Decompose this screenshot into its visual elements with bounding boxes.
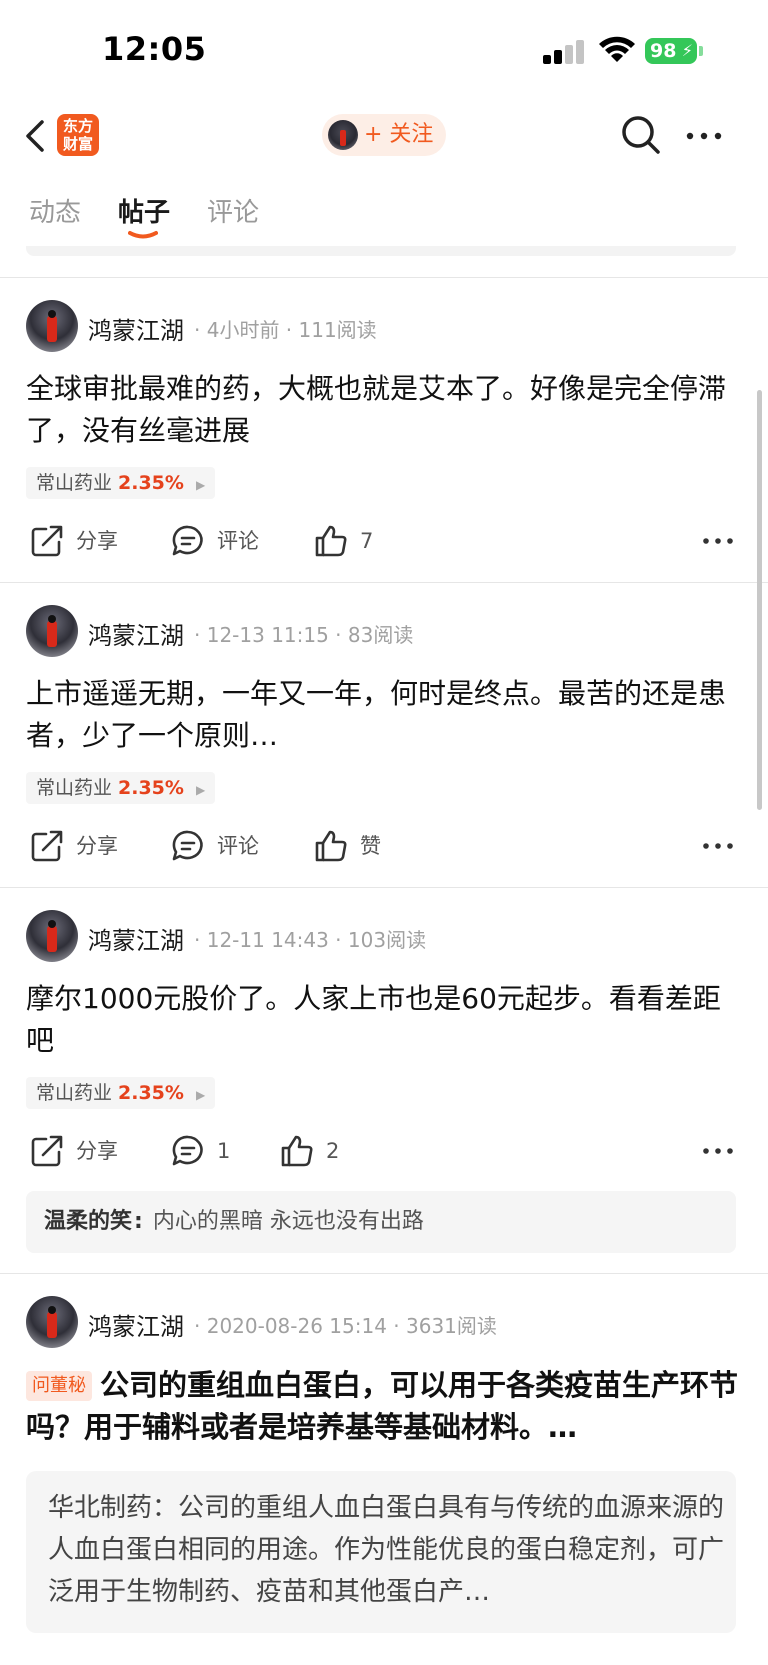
comment-icon — [172, 1135, 203, 1166]
logo-line2: 财富 — [62, 135, 93, 153]
more-icon[interactable] — [702, 1146, 734, 1156]
post-meta: · 12-13 11:15 · 83阅读 — [194, 623, 414, 647]
stock-name: 常山药业 — [36, 777, 113, 799]
status-time: 12:05 — [102, 30, 207, 68]
chevron-right-icon: ▶ — [195, 478, 206, 492]
share-label: 分享 — [76, 1139, 118, 1163]
charging-bolt-icon: ⚡ — [681, 41, 693, 60]
battery-level: 98 — [650, 40, 677, 62]
like-button[interactable]: 7 — [314, 524, 394, 558]
like-count: 2 — [326, 1139, 340, 1163]
avatar[interactable] — [26, 300, 78, 352]
cellular-signal-icon — [543, 38, 585, 64]
avatar[interactable] — [26, 605, 78, 657]
follow-label: + 关注 — [364, 122, 434, 147]
post-text[interactable]: 摩尔1000元股价了。人家上市也是60元起步。看看差距吧 — [26, 978, 736, 1062]
search-icon[interactable] — [620, 114, 662, 156]
chevron-right-icon: ▶ — [195, 1088, 206, 1102]
more-icon[interactable] — [684, 124, 724, 148]
tab-comments[interactable]: 评论 — [207, 192, 259, 229]
share-button[interactable]: 分享 — [30, 1134, 140, 1168]
share-icon — [31, 830, 63, 862]
like-icon — [315, 830, 347, 862]
share-button[interactable]: 分享 — [30, 829, 140, 863]
comment-button[interactable]: 评论 — [171, 524, 281, 558]
scrollbar[interactable] — [757, 390, 762, 810]
logo-line1: 东方 — [62, 117, 93, 135]
stock-change: 2.35% — [118, 472, 184, 494]
stock-tag[interactable]: 常山药业 2.35% ▶ — [26, 1077, 216, 1109]
reply-text: 内心的黑暗 永远也没有出路 — [152, 1209, 424, 1234]
post-text[interactable]: 上市遥遥无期，一年又一年，何时是终点。最苦的还是患者，少了一个原则… — [26, 673, 736, 757]
comment-icon — [172, 830, 203, 861]
reply-colon: : — [134, 1209, 143, 1234]
stock-name: 常山药业 — [36, 472, 113, 494]
like-icon — [315, 525, 347, 557]
qa-title[interactable]: 问董秘 公司的重组血白蛋白，可以用于各类疫苗生产环节吗？用于辅料或者是培养基等基础… — [26, 1364, 742, 1448]
tab-dynamic[interactable]: 动态 — [29, 192, 81, 229]
status-bar: 12:05 98 ⚡ — [0, 0, 768, 100]
app-logo[interactable]: 东方 财富 — [57, 114, 99, 156]
like-icon — [281, 1135, 313, 1167]
post-meta: · 2020-08-26 15:14 · 3631阅读 — [194, 1314, 497, 1338]
author-name[interactable]: 鸿蒙江湖 — [88, 311, 184, 346]
author-name[interactable]: 鸿蒙江湖 — [88, 616, 184, 651]
reply-preview[interactable]: 温柔的笑: 内心的黑暗 永远也没有出路 — [26, 1191, 736, 1253]
like-label: 赞 — [360, 834, 381, 858]
share-label: 分享 — [76, 834, 118, 858]
share-button[interactable]: 分享 — [30, 524, 140, 558]
tab-posts[interactable]: 帖子 — [118, 192, 170, 229]
profile-tabs: 动态 帖子 评论 — [0, 172, 768, 248]
avatar[interactable] — [26, 910, 78, 962]
post-meta: · 12-11 14:43 · 103阅读 — [194, 928, 427, 952]
comment-button[interactable]: 1 — [171, 1134, 251, 1168]
like-button[interactable]: 2 — [280, 1134, 360, 1168]
comment-count: 1 — [217, 1139, 231, 1163]
post-meta: · 4小时前 · 111阅读 — [194, 318, 377, 342]
tabs-shadow — [26, 246, 736, 256]
follow-button[interactable]: + 关注 — [322, 114, 446, 156]
share-label: 分享 — [76, 529, 118, 553]
comment-label: 评论 — [217, 834, 259, 858]
answer-box[interactable]: 华北制药：公司的重组人血白蛋白具有与传统的血源来源的人血白蛋白相同的用途。作为性… — [26, 1471, 736, 1633]
more-icon[interactable] — [702, 536, 734, 546]
stock-change: 2.35% — [118, 777, 184, 799]
battery-indicator: 98 ⚡ — [645, 38, 697, 64]
divider — [0, 887, 768, 888]
reply-user[interactable]: 温柔的笑 — [44, 1209, 132, 1234]
share-icon — [31, 1135, 63, 1167]
divider — [0, 1273, 768, 1274]
like-count: 7 — [360, 529, 374, 553]
share-icon — [31, 525, 63, 557]
stock-name: 常山药业 — [36, 1082, 113, 1104]
back-icon[interactable] — [22, 116, 46, 156]
answer-text: 华北制药：公司的重组人血白蛋白具有与传统的血源来源的人血白蛋白相同的用途。作为性… — [48, 1493, 725, 1607]
post-text[interactable]: 全球审批最难的药，大概也就是艾本了。好像是完全停滞了，没有丝毫进展 — [26, 368, 736, 452]
author-name[interactable]: 鸿蒙江湖 — [88, 921, 184, 956]
divider — [0, 277, 768, 278]
comment-button[interactable]: 评论 — [171, 829, 281, 863]
wifi-icon — [599, 36, 635, 62]
qa-badge: 问董秘 — [26, 1371, 92, 1401]
battery-tip — [699, 46, 703, 56]
avatar — [328, 120, 358, 150]
like-button[interactable]: 赞 — [314, 829, 394, 863]
stock-change: 2.35% — [118, 1082, 184, 1104]
qa-question: 公司的重组血白蛋白，可以用于各类疫苗生产环节吗？用于辅料或者是培养基等基础材料。… — [26, 1368, 739, 1444]
stock-tag[interactable]: 常山药业 2.35% ▶ — [26, 467, 216, 499]
divider — [0, 582, 768, 583]
stock-tag[interactable]: 常山药业 2.35% ▶ — [26, 772, 216, 804]
comment-label: 评论 — [217, 529, 259, 553]
comment-icon — [172, 525, 203, 556]
avatar[interactable] — [26, 1296, 78, 1348]
tab-active-indicator — [128, 231, 158, 239]
author-name[interactable]: 鸿蒙江湖 — [88, 1307, 184, 1342]
chevron-right-icon: ▶ — [195, 783, 206, 797]
more-icon[interactable] — [702, 841, 734, 851]
